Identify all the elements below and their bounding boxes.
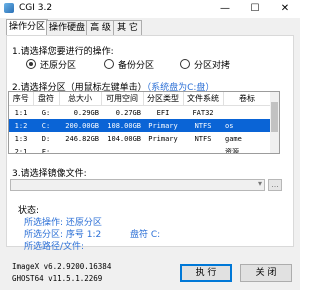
radio-copy[interactable]: 分区对拷 — [180, 58, 230, 71]
imagex-version: ImageX v6.2.9200.16384 — [12, 262, 112, 271]
app-icon — [4, 3, 14, 13]
radio-restore-label: 还原分区 — [40, 61, 77, 71]
tab-partition[interactable]: 操作分区 — [6, 19, 48, 35]
cell: 0.29GB — [73, 108, 99, 117]
cell: os — [223, 119, 271, 132]
tab-other[interactable]: 其 它 — [113, 20, 142, 35]
table-row-selected[interactable]: 1:2 C: 200.00GB 108.00GB Primary NTFS os — [9, 119, 271, 132]
cell: 资源 — [225, 147, 239, 154]
app-window: CGI 3.2 — ☐ ✕ 操作分区 操作硬盘 高 级 其 它 1.请选择您要进… — [0, 0, 300, 290]
cell: F: — [41, 147, 51, 154]
col-index[interactable]: 序号 — [9, 92, 34, 106]
radio-restore[interactable]: 还原分区 — [26, 58, 76, 71]
image-file-input[interactable]: ▾ — [10, 179, 265, 191]
radio-backup[interactable]: 备份分区 — [104, 58, 154, 71]
cell — [101, 145, 143, 153]
minimize-button[interactable]: — — [210, 0, 240, 18]
close-button[interactable]: 关 闭 — [240, 264, 292, 282]
cell — [183, 145, 223, 153]
title-bar: CGI 3.2 — ☐ ✕ — [0, 0, 300, 18]
table-row[interactable]: 1:1 G: 0.29GB 0.27GB EFI FAT32 — [9, 106, 271, 120]
radio-dot — [104, 59, 114, 69]
cell — [59, 145, 101, 153]
status-drive: 盘符 C: — [130, 230, 161, 240]
table-row[interactable]: 1:3 D: 246.82GB 104.00GB Primary NTFS ga… — [9, 132, 271, 145]
tab-disk[interactable]: 操作硬盘 — [46, 20, 88, 35]
cell: D: — [41, 134, 51, 143]
cell: Primary — [143, 119, 183, 132]
cell — [223, 106, 271, 120]
cell: 246.82GB — [65, 134, 99, 143]
cell: 108.00GB — [101, 119, 143, 132]
cell: 104.00GB — [107, 134, 141, 143]
cell: C: — [33, 119, 59, 132]
table-header: 序号 盘符 总大小 可用空间 分区类型 文件系统 卷标 — [9, 92, 272, 106]
close-window-button[interactable]: ✕ — [270, 0, 300, 18]
cell: Primary — [148, 134, 178, 143]
cell — [143, 145, 183, 153]
chevron-down-icon[interactable]: ▾ — [258, 179, 262, 188]
cell: 1:3 — [14, 134, 28, 143]
partition-table[interactable]: 序号 盘符 总大小 可用空间 分区类型 文件系统 卷标 1:1 G: 0.29G… — [8, 91, 280, 154]
radio-dot — [180, 59, 190, 69]
col-label[interactable]: 卷标 — [223, 92, 272, 106]
cell: 0.27GB — [115, 108, 141, 117]
cell: 1:2 — [9, 119, 33, 132]
cell: game — [225, 134, 242, 143]
cell: 2:1 — [14, 147, 28, 154]
window-title: CGI 3.2 — [19, 3, 53, 13]
image-file-label: 3.请选择镜像文件: — [12, 169, 87, 179]
col-total[interactable]: 总大小 — [59, 92, 102, 106]
scrollbar-thumb[interactable] — [271, 102, 278, 132]
ghost-version: GHOST64 v11.5.1.2269 — [12, 274, 103, 283]
operation-label: 1.请选择您要进行的操作: — [12, 47, 114, 57]
cell: 200.00GB — [59, 119, 101, 132]
radio-backup-label: 备份分区 — [118, 61, 155, 71]
cell: NTFS — [194, 134, 212, 143]
cell: FAT32 — [192, 108, 214, 117]
browse-button[interactable]: ... — [268, 179, 282, 191]
table-row[interactable]: 2:1 F: 资源 — [9, 145, 271, 154]
status-path: 所选路径/文件: — [24, 242, 85, 252]
col-fs[interactable]: 文件系统 — [183, 92, 224, 106]
tab-advanced[interactable]: 高 级 — [86, 20, 115, 35]
cell: NTFS — [183, 119, 223, 132]
maximize-button[interactable]: ☐ — [240, 0, 270, 18]
cell: EFI — [156, 108, 170, 117]
col-drive[interactable]: 盘符 — [33, 92, 60, 106]
cell: G: — [41, 108, 51, 117]
radio-copy-label: 分区对拷 — [194, 61, 231, 71]
col-type[interactable]: 分区类型 — [143, 92, 184, 106]
col-free[interactable]: 可用空间 — [101, 92, 144, 106]
execute-button[interactable]: 执 行 — [180, 264, 232, 282]
table-scrollbar[interactable] — [270, 92, 279, 153]
cell: 1:1 — [14, 108, 28, 117]
radio-dot-selected — [26, 59, 36, 69]
